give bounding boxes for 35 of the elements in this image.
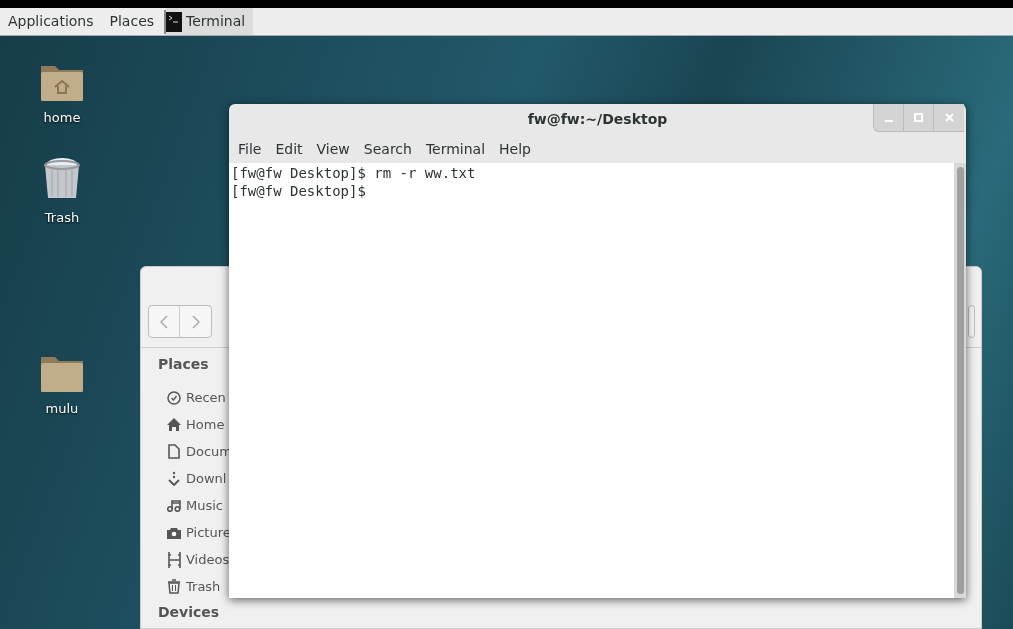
menu-item[interactable]: File xyxy=(231,138,269,160)
menu-item[interactable]: Search xyxy=(356,138,419,160)
close-icon xyxy=(944,113,954,122)
path-bar[interactable] xyxy=(968,305,975,338)
menu-item[interactable]: Terminal xyxy=(418,138,493,160)
terminal-icon xyxy=(166,11,183,32)
sidebar-heading: Devices xyxy=(158,604,221,620)
desktop-icon-label[interactable]: home xyxy=(43,108,81,128)
film-strip-icon xyxy=(167,551,181,568)
sidebar-item[interactable]: Videos xyxy=(158,546,232,573)
top-menu[interactable]: Applications xyxy=(0,8,102,35)
sidebar-item[interactable]: Picture xyxy=(158,519,232,546)
sidebar-item[interactable]: Trash xyxy=(158,573,232,600)
music-note-icon xyxy=(167,499,181,512)
sidebar-item[interactable]: Music xyxy=(158,492,232,519)
menu-item[interactable]: Help xyxy=(492,138,538,160)
maximize-icon xyxy=(914,113,923,122)
sidebar-heading: Places xyxy=(158,355,210,374)
window-title: fw@fw:~/Desktop xyxy=(527,110,668,129)
sidebar-item[interactable]: Downl xyxy=(158,465,232,492)
menu-item[interactable]: View xyxy=(309,138,357,160)
sidebar-item[interactable]: Recen xyxy=(158,384,232,411)
menu-item[interactable]: Edit xyxy=(268,138,310,160)
desktop-icon-label[interactable]: Trash xyxy=(44,207,80,227)
taskbar-item[interactable]: Terminal xyxy=(166,8,254,35)
clock-icon xyxy=(167,390,181,405)
house-icon xyxy=(167,418,181,431)
minimize-icon xyxy=(884,119,893,122)
sidebar-item[interactable]: Home xyxy=(158,411,232,438)
desktop-icon-label[interactable]: mulu xyxy=(45,399,79,419)
document-icon xyxy=(168,444,180,459)
camera-icon xyxy=(167,526,181,539)
download-icon xyxy=(168,471,180,486)
trash-icon xyxy=(167,579,181,594)
top-menu[interactable]: Places xyxy=(101,8,163,35)
